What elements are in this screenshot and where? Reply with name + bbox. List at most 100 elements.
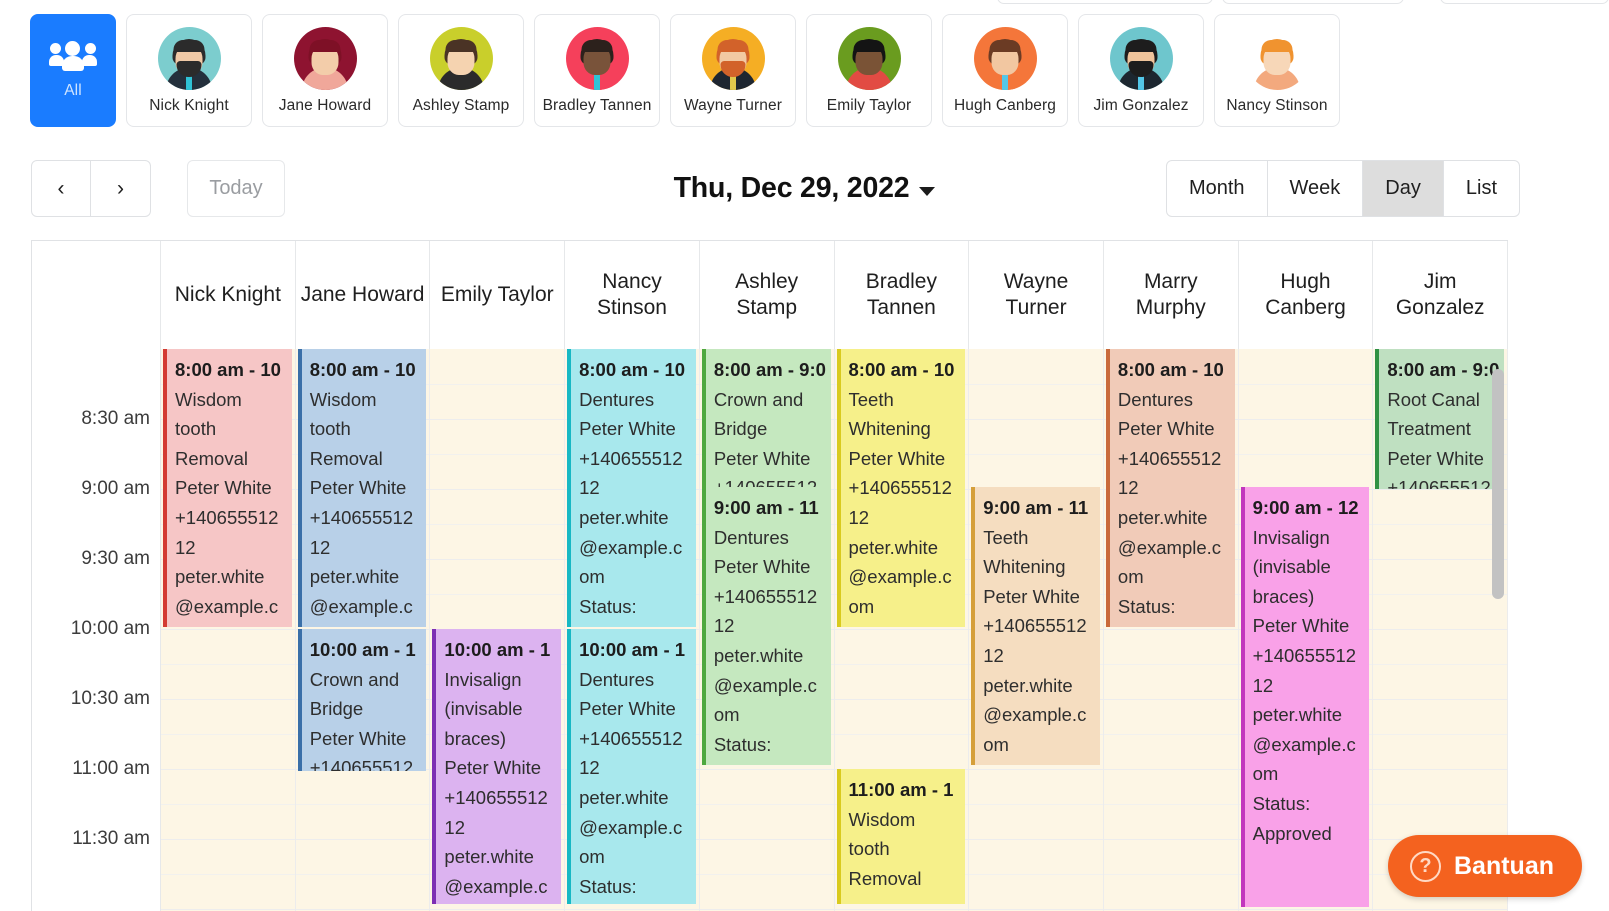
resource-header-bradley-tannen[interactable]: Bradley Tannen bbox=[835, 241, 970, 349]
chevron-down-icon bbox=[919, 187, 936, 196]
resource-column-emily-taylor[interactable]: 10:00 am - 1 Invisalign (invisable braces) P… bbox=[430, 349, 566, 911]
event-detail-line: Status: bbox=[1252, 792, 1311, 814]
calendar-event[interactable]: 9:00 am - 11 Dentures Peter White +14065551… bbox=[701, 487, 831, 765]
calendar-event[interactable]: 10:00 am - 1 Dentures Peter White +14065551… bbox=[567, 629, 696, 904]
resource-column-marry-murphy[interactable]: 8:00 am - 10 Dentures Peter White +14065551… bbox=[1103, 349, 1239, 911]
resource-column-jane-howard[interactable]: 8:00 am - 10 Wisdom tooth Removal Peter Whit… bbox=[295, 349, 431, 911]
resource-header-nancy-stinson[interactable]: Nancy Stinson bbox=[565, 241, 700, 349]
event-detail-line: om bbox=[1252, 763, 1279, 785]
staff-filter-label: Jim Gonzalez bbox=[1093, 96, 1189, 114]
calendar-event[interactable]: 11:00 am - 1 Wisdom tooth Removal bbox=[836, 769, 966, 904]
help-button[interactable]: ? Bantuan bbox=[1388, 835, 1582, 897]
time-gutter-header bbox=[32, 241, 161, 349]
event-detail-line: @example.c bbox=[1252, 733, 1356, 755]
staff-filter-bradley-tannen[interactable]: Bradley Tannen bbox=[534, 14, 660, 127]
event-detail-line: Peter White bbox=[579, 698, 676, 720]
staff-filter-jane-howard[interactable]: Jane Howard bbox=[262, 14, 388, 127]
event-detail-line: 12 bbox=[713, 615, 735, 637]
event-detail-line: peter.white bbox=[983, 674, 1073, 696]
staff-filter-nancy-stinson[interactable]: Nancy Stinson bbox=[1214, 14, 1340, 127]
grid-row-line bbox=[834, 664, 969, 665]
grid-row-line bbox=[1373, 664, 1508, 665]
grid-row-line bbox=[969, 874, 1103, 875]
grid-row-line bbox=[1103, 629, 1238, 630]
staff-filter-label: Nick Knight bbox=[149, 96, 229, 114]
resource-column-jim-gonzalez[interactable]: 8:00 am - 9:0 Root Canal Treatment Peter Wh… bbox=[1373, 349, 1508, 911]
event-time: 10:00 am - 1 bbox=[309, 639, 416, 660]
event-detail-line: Wisdom bbox=[848, 808, 916, 830]
offscreen-card bbox=[997, 0, 1213, 4]
grid-row-line bbox=[969, 454, 1103, 455]
grid-row-line bbox=[1103, 664, 1238, 665]
calendar-event[interactable]: 8:00 am - 9:0 Crown and Bridge Peter White +… bbox=[701, 349, 831, 489]
question-circle-icon: ? bbox=[1410, 850, 1441, 882]
staff-filter-hugh-canberg[interactable]: Hugh Canberg bbox=[942, 14, 1068, 127]
grid-row-line bbox=[1373, 769, 1508, 770]
resource-column-ashley-stamp[interactable]: 8:00 am - 9:0 Crown and Bridge Peter White +… bbox=[699, 349, 835, 911]
view-button-week[interactable]: Week bbox=[1267, 160, 1364, 217]
event-detail-line: Wisdom bbox=[309, 388, 377, 410]
resource-column-nancy-stinson[interactable]: 8:00 am - 10 Dentures Peter White +14065551… bbox=[565, 349, 700, 911]
staff-filter-all-label: All bbox=[64, 82, 82, 99]
vertical-scrollbar[interactable] bbox=[1492, 369, 1504, 599]
calendar-event[interactable]: 8:00 am - 10 Wisdom tooth Removal Peter Whit… bbox=[163, 349, 292, 627]
resource-header-jane-howard[interactable]: Jane Howard bbox=[296, 241, 431, 349]
staff-filter-nick-knight[interactable]: Nick Knight bbox=[126, 14, 252, 127]
calendar-event[interactable]: 8:00 am - 9:0 Root Canal Treatment Peter Wh… bbox=[1375, 349, 1505, 489]
calendar-event[interactable]: 10:00 am - 1 Crown and Bridge Peter White +1… bbox=[297, 629, 427, 771]
time-label: 11:30 am bbox=[72, 828, 150, 849]
resource-header-jim-gonzalez[interactable]: Jim Gonzalez bbox=[1373, 241, 1508, 349]
staff-filter-ashley-stamp[interactable]: Ashley Stamp bbox=[398, 14, 524, 127]
event-time: 9:00 am - 11 bbox=[983, 497, 1089, 518]
event-detail-line: 12 bbox=[444, 816, 465, 838]
event-detail-line: @example.c bbox=[713, 674, 817, 696]
resource-header-ashley-stamp[interactable]: Ashley Stamp bbox=[700, 241, 835, 349]
grid-row-line bbox=[699, 769, 834, 770]
staff-filter-all[interactable]: All bbox=[30, 14, 116, 127]
grid-row-line bbox=[834, 629, 969, 630]
calendar-event[interactable]: 9:00 am - 11 Teeth Whitening Peter White +14… bbox=[971, 487, 1100, 765]
view-button-list[interactable]: List bbox=[1443, 160, 1520, 217]
staff-filter-emily-taylor[interactable]: Emily Taylor bbox=[806, 14, 932, 127]
view-button-month[interactable]: Month bbox=[1165, 160, 1268, 217]
grid-row-line bbox=[969, 384, 1103, 385]
resource-column-bradley-tannen[interactable]: 8:00 am - 10 Teeth Whitening Peter White +14… bbox=[834, 349, 970, 911]
calendar-event[interactable]: 8:00 am - 10 Wisdom tooth Removal Peter Whit… bbox=[297, 349, 427, 627]
grid-row-line bbox=[969, 839, 1103, 840]
resource-header-marry-murphy[interactable]: Marry Murphy bbox=[1104, 241, 1239, 349]
grid-row-line bbox=[1373, 489, 1508, 490]
resource-header-emily-taylor[interactable]: Emily Taylor bbox=[430, 241, 566, 349]
resource-header-nick-knight[interactable]: Nick Knight bbox=[161, 241, 296, 349]
resource-column-nick-knight[interactable]: 8:00 am - 10 Wisdom tooth Removal Peter Whit… bbox=[161, 349, 296, 911]
resource-header-wayne-turner[interactable]: Wayne Turner bbox=[969, 241, 1104, 349]
event-detail-line: +140655512 bbox=[579, 727, 683, 749]
grid-row-line bbox=[161, 664, 295, 665]
resource-column-wayne-turner[interactable]: 9:00 am - 11 Teeth Whitening Peter White +14… bbox=[969, 349, 1104, 911]
event-detail-line: peter.white bbox=[579, 786, 669, 808]
event-detail-line: Peter White bbox=[983, 585, 1080, 607]
event-detail-line: Dentures bbox=[579, 668, 655, 690]
calendar-event[interactable]: 8:00 am - 10 Dentures Peter White +14065551… bbox=[567, 349, 696, 627]
view-button-day[interactable]: Day bbox=[1363, 160, 1444, 217]
event-detail-line: Invisalign bbox=[444, 668, 522, 690]
resource-header-hugh-canberg[interactable]: Hugh Canberg bbox=[1239, 241, 1374, 349]
grid-row-line bbox=[1373, 699, 1508, 700]
grid-row-line bbox=[1238, 419, 1373, 420]
event-detail-line: Removal bbox=[848, 867, 922, 889]
time-label: 9:00 am bbox=[81, 478, 150, 499]
avatar bbox=[701, 26, 765, 90]
calendar-event[interactable]: 8:00 am - 10 Teeth Whitening Peter White +14… bbox=[836, 349, 966, 627]
calendar-event[interactable]: 9:00 am - 12 Invisalign (invisable braces) P… bbox=[1240, 487, 1370, 907]
event-detail-line: +140655512 bbox=[1252, 644, 1357, 666]
staff-filter-wayne-turner[interactable]: Wayne Turner bbox=[670, 14, 796, 127]
calendar-grid: Nick Knight Jane Howard Emily Taylor Nancy … bbox=[31, 240, 1508, 911]
event-detail-line: @example.c bbox=[848, 566, 952, 588]
calendar-event[interactable]: 8:00 am - 10 Dentures Peter White +14065551… bbox=[1105, 349, 1235, 627]
resource-column-hugh-canberg[interactable]: 9:00 am - 12 Invisalign (invisable braces) P… bbox=[1238, 349, 1374, 911]
calendar-event[interactable]: 10:00 am - 1 Invisalign (invisable braces) P… bbox=[432, 629, 562, 904]
avatar bbox=[565, 26, 629, 90]
grid-row-line bbox=[295, 874, 430, 875]
event-detail-line: 12 bbox=[579, 477, 600, 499]
staff-filter-label: Wayne Turner bbox=[684, 96, 782, 114]
staff-filter-jim-gonzalez[interactable]: Jim Gonzalez bbox=[1078, 14, 1204, 127]
